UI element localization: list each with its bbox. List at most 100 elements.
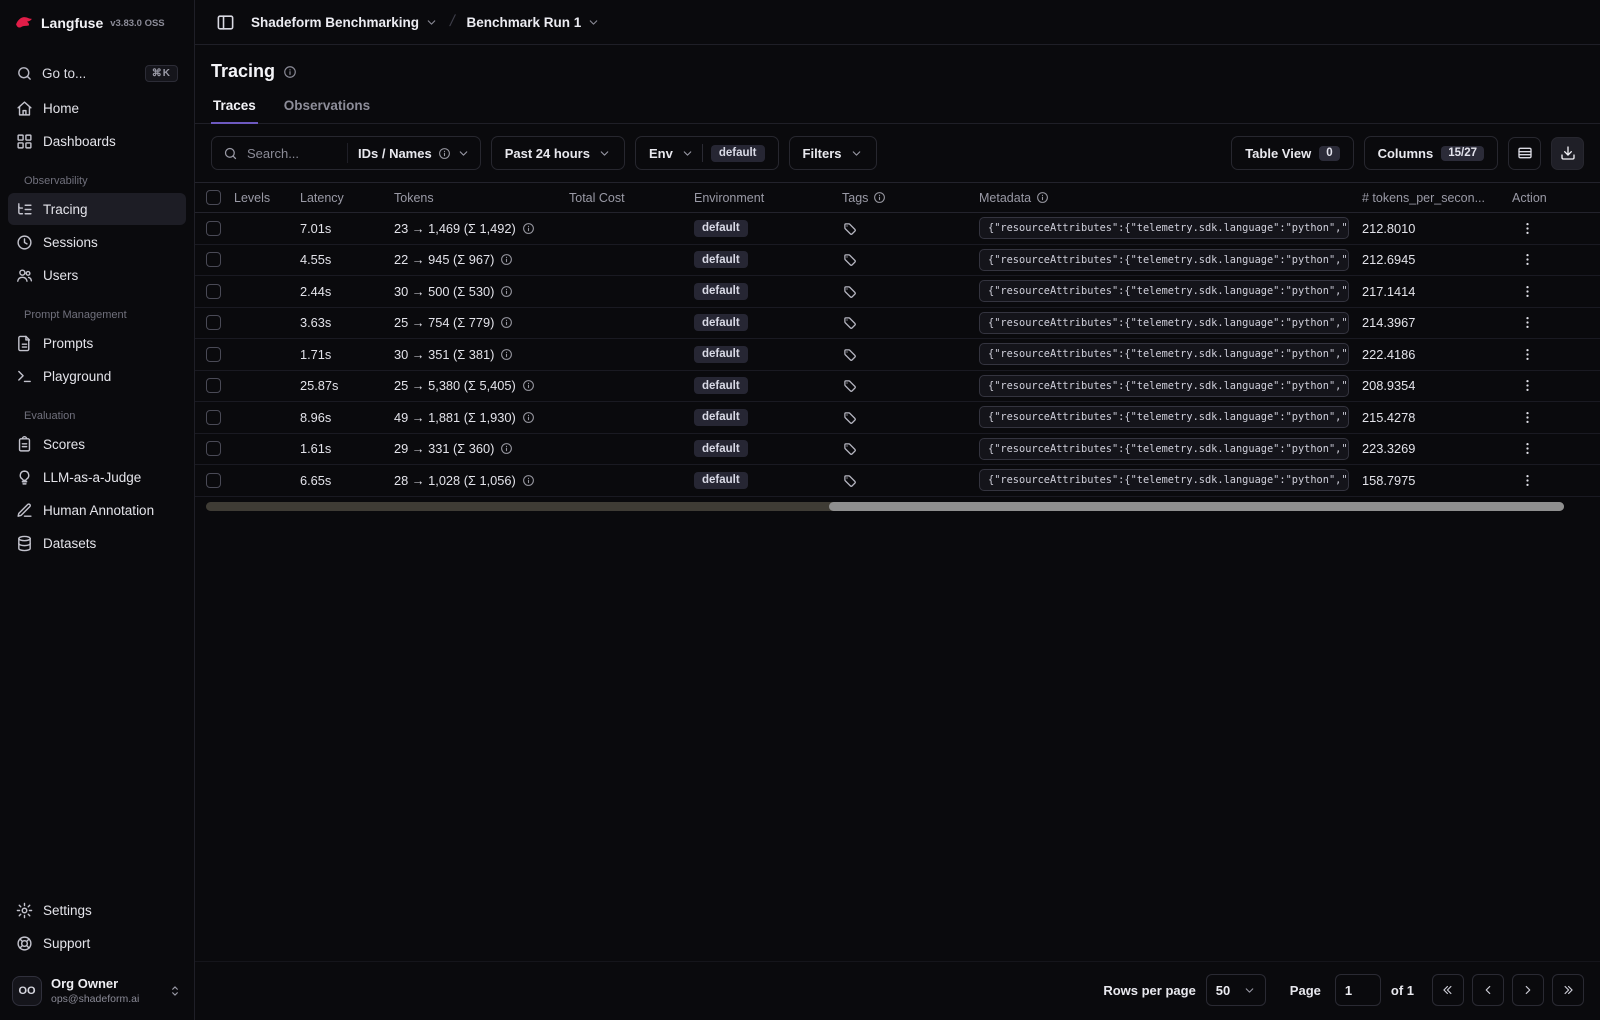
action-cell [1512,247,1600,273]
row-checkbox[interactable] [206,378,221,393]
row-checkbox[interactable] [206,284,221,299]
scrollbar-thumb[interactable] [829,502,1564,511]
row-actions-button[interactable] [1514,341,1540,367]
row-actions-button[interactable] [1514,310,1540,336]
table-row[interactable]: 1.71s 30 → 351 (Σ 381) default {"resourc… [195,339,1600,371]
row-actions-button[interactable] [1514,215,1540,241]
table-row[interactable]: 6.65s 28 → 1,028 (Σ 1,056) default {"res… [195,465,1600,497]
tab-bar: Traces Observations [195,90,1600,124]
column-header-tokens[interactable]: Tokens [394,191,569,205]
columns-button[interactable]: Columns 15/27 [1364,136,1498,170]
sidebar-item-settings[interactable]: Settings [8,894,186,926]
tag-icon[interactable] [842,284,857,299]
row-actions-button[interactable] [1514,247,1540,273]
previous-page-button[interactable] [1472,974,1504,1006]
sidebar-item-scores[interactable]: Scores [8,428,186,460]
row-actions-button[interactable] [1514,436,1540,462]
metadata-preview[interactable]: {"resourceAttributes":{"telemetry.sdk.la… [979,312,1349,334]
sidebar-item-dashboards[interactable]: Dashboards [8,125,186,157]
metadata-preview[interactable]: {"resourceAttributes":{"telemetry.sdk.la… [979,249,1349,271]
project-switcher[interactable]: Benchmark Run 1 [467,15,601,30]
row-checkbox[interactable] [206,315,221,330]
row-checkbox[interactable] [206,410,221,425]
tokens-cell: 25 → 754 (Σ 779) [394,315,569,330]
row-checkbox[interactable] [206,473,221,488]
tab-traces[interactable]: Traces [211,90,258,124]
horizontal-scrollbar[interactable] [206,502,1564,511]
tag-icon[interactable] [842,221,857,236]
metadata-preview[interactable]: {"resourceAttributes":{"telemetry.sdk.la… [979,280,1349,302]
row-actions-button[interactable] [1514,467,1540,493]
row-checkbox[interactable] [206,252,221,267]
column-header-metadata[interactable]: Metadata [979,191,1362,205]
metadata-preview[interactable]: {"resourceAttributes":{"telemetry.sdk.la… [979,217,1349,239]
env-filter-button[interactable]: Env default [635,136,779,170]
tag-icon[interactable] [842,347,857,362]
sidebar-toggle-button[interactable] [211,8,239,36]
sidebar-item-tracing[interactable]: Tracing [8,193,186,225]
tab-observations[interactable]: Observations [282,90,372,124]
row-checkbox[interactable] [206,221,221,236]
metadata-preview[interactable]: {"resourceAttributes":{"telemetry.sdk.la… [979,375,1349,397]
column-header-tokens-per-second[interactable]: # tokens_per_secon... [1362,191,1512,205]
last-page-button[interactable] [1552,974,1584,1006]
sidebar-item-llm-judge[interactable]: LLM-as-a-Judge [8,461,186,493]
first-page-button[interactable] [1432,974,1464,1006]
home-icon [16,100,33,117]
sidebar-item-label: Datasets [43,536,96,551]
sidebar-item-sessions[interactable]: Sessions [8,226,186,258]
tag-icon[interactable] [842,473,857,488]
user-menu[interactable]: OO Org Owner ops@shadeform.ai [0,964,194,1020]
sidebar-item-datasets[interactable]: Datasets [8,527,186,559]
metadata-preview[interactable]: {"resourceAttributes":{"telemetry.sdk.la… [979,469,1349,491]
tag-icon[interactable] [842,410,857,425]
table-row[interactable]: 3.63s 25 → 754 (Σ 779) default {"resourc… [195,308,1600,340]
metadata-preview[interactable]: {"resourceAttributes":{"telemetry.sdk.la… [979,438,1349,460]
filters-label: Filters [803,146,842,161]
export-button[interactable] [1551,137,1584,170]
row-checkbox[interactable] [206,441,221,456]
tag-icon[interactable] [842,252,857,267]
column-header-levels[interactable]: Levels [234,191,300,205]
sidebar-item-users[interactable]: Users [8,259,186,291]
filters-button[interactable]: Filters [789,136,877,170]
tag-icon[interactable] [842,315,857,330]
org-switcher[interactable]: Shadeform Benchmarking [251,15,438,30]
goto-search[interactable]: Go to... ⌘K [8,57,186,89]
next-page-button[interactable] [1512,974,1544,1006]
sidebar-item-prompts[interactable]: Prompts [8,327,186,359]
row-actions-button[interactable] [1514,373,1540,399]
sidebar-item-label: Tracing [43,202,88,217]
row-actions-button[interactable] [1514,404,1540,430]
column-header-tags[interactable]: Tags [842,191,979,205]
search-mode-select[interactable]: IDs / Names [347,143,470,163]
table-view-button[interactable]: Table View 0 [1231,136,1353,170]
select-all-checkbox[interactable] [206,190,221,205]
goto-label: Go to... [42,66,86,81]
table-row[interactable]: 2.44s 30 → 500 (Σ 530) default {"resourc… [195,276,1600,308]
tag-icon[interactable] [842,378,857,393]
row-actions-button[interactable] [1514,278,1540,304]
metadata-preview[interactable]: {"resourceAttributes":{"telemetry.sdk.la… [979,406,1349,428]
column-header-environment[interactable]: Environment [694,191,842,205]
column-header-total-cost[interactable]: Total Cost [569,191,694,205]
action-cell [1512,278,1600,304]
table-row[interactable]: 8.96s 49 → 1,881 (Σ 1,930) default {"res… [195,402,1600,434]
table-row[interactable]: 1.61s 29 → 331 (Σ 360) default {"resourc… [195,434,1600,466]
table-row[interactable]: 25.87s 25 → 5,380 (Σ 5,405) default {"re… [195,371,1600,403]
sidebar-item-human-annotation[interactable]: Human Annotation [8,494,186,526]
column-header-latency[interactable]: Latency [300,191,394,205]
sidebar-item-playground[interactable]: Playground [8,360,186,392]
table-row[interactable]: 4.55s 22 → 945 (Σ 967) default {"resourc… [195,245,1600,277]
row-checkbox[interactable] [206,347,221,362]
sidebar-item-support[interactable]: Support [8,927,186,959]
table-row[interactable]: 7.01s 23 → 1,469 (Σ 1,492) default {"res… [195,213,1600,245]
page-number-input[interactable] [1335,974,1381,1006]
search-input[interactable] [247,146,339,161]
rows-per-page-select[interactable]: 50 [1206,974,1266,1006]
row-height-button[interactable] [1508,137,1541,170]
time-range-button[interactable]: Past 24 hours [491,136,625,170]
tag-icon[interactable] [842,441,857,456]
sidebar-item-home[interactable]: Home [8,92,186,124]
metadata-preview[interactable]: {"resourceAttributes":{"telemetry.sdk.la… [979,343,1349,365]
